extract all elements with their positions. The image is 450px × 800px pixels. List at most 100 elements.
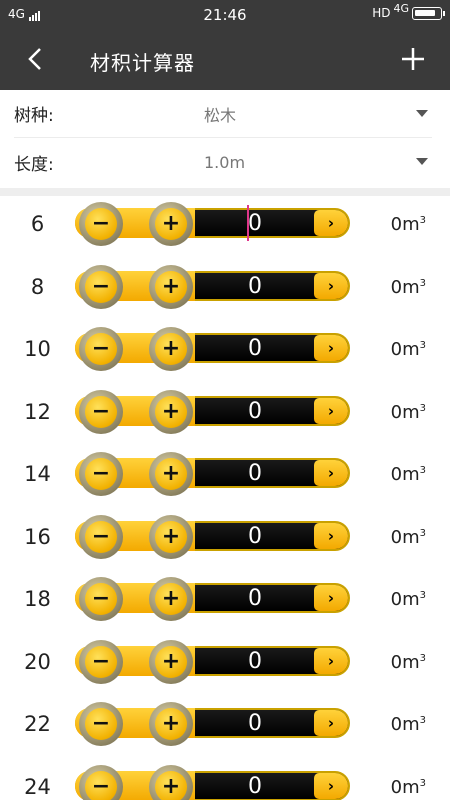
volume-value: 0m3 [391, 464, 426, 485]
species-value: 松木 [204, 105, 237, 125]
plus-icon: + [155, 270, 187, 303]
increment-button[interactable]: + [149, 639, 193, 684]
section-divider [0, 188, 450, 196]
list-item: 16 − +0 › 0m3 [0, 509, 450, 572]
volume-value: 0m3 [391, 277, 426, 298]
next-button[interactable]: › [314, 585, 348, 611]
back-arrow-icon[interactable] [22, 44, 52, 74]
quantity-stepper: − +0 › [75, 327, 350, 371]
minus-icon: − [85, 583, 117, 615]
add-icon[interactable] [400, 46, 426, 72]
decrement-button[interactable]: − [79, 577, 123, 621]
decrement-button[interactable]: − [79, 514, 123, 559]
decrement-button[interactable]: − [79, 452, 123, 496]
quantity-stepper: − +0 › [75, 702, 350, 746]
decrement-button[interactable]: − [79, 202, 123, 246]
volume-unit-sup: 3 [419, 277, 426, 289]
volume-text: 0m [390, 214, 420, 235]
quantity-input[interactable]: 0 [195, 461, 315, 486]
quantity-input[interactable]: 0 [195, 524, 315, 549]
minus-icon: − [85, 520, 117, 553]
quantity-input[interactable]: 0 [195, 774, 315, 799]
next-button[interactable]: › [314, 397, 348, 424]
increment-button[interactable]: + [149, 264, 193, 309]
minus-icon: − [85, 270, 117, 303]
volume-value: 0m3 [391, 527, 426, 548]
increment-button[interactable]: + [149, 202, 193, 246]
decrement-button[interactable]: − [79, 389, 123, 434]
list-item: 6 − +0 › 0m3 [0, 196, 450, 259]
plus-icon: + [155, 333, 187, 365]
volume-unit-sup: 3 [419, 340, 426, 351]
next-button[interactable]: › [314, 522, 348, 549]
minus-icon: − [85, 770, 117, 800]
quantity-input[interactable]: 0 [195, 274, 315, 299]
increment-button[interactable]: + [149, 452, 193, 496]
plus-icon: + [155, 395, 187, 428]
minus-icon: − [85, 708, 117, 740]
volume-value: 0m3 [391, 714, 426, 735]
length-select[interactable]: 长度: 1.0m [14, 138, 432, 186]
length-value: 1.0m [204, 152, 246, 172]
minus-icon: − [85, 208, 117, 240]
volume-text: 0m [390, 339, 420, 360]
diameter-label: 18 [24, 587, 51, 611]
chevron-right-icon: › [327, 401, 335, 420]
plus-icon: + [155, 645, 187, 678]
quantity-input[interactable]: 0 [195, 336, 315, 361]
increment-button[interactable]: + [149, 702, 193, 746]
next-button[interactable]: › [314, 210, 348, 236]
list-item: 10 − +0 › 0m3 [0, 321, 450, 384]
plus-icon: + [155, 708, 187, 740]
volume-value: 0m3 [391, 777, 426, 798]
next-button[interactable]: › [314, 710, 348, 736]
decrement-button[interactable]: − [79, 639, 123, 684]
volume-unit-sup: 3 [419, 715, 426, 726]
quantity-input[interactable]: 0 [195, 211, 315, 236]
increment-button[interactable]: + [149, 514, 193, 559]
minus-icon: − [85, 458, 117, 490]
chevron-right-icon: › [327, 651, 335, 670]
minus-icon: − [85, 333, 117, 365]
next-button[interactable]: › [314, 460, 348, 486]
increment-button[interactable]: + [149, 764, 193, 800]
quantity-stepper: − +0 › [75, 764, 350, 800]
diameter-label: 10 [24, 337, 51, 361]
volume-unit-sup: 3 [419, 590, 426, 601]
volume-text: 0m [390, 401, 420, 423]
minus-icon: − [85, 645, 117, 678]
volume-text: 0m [390, 526, 420, 548]
quantity-stepper: − +0 › [75, 264, 350, 309]
settings-form: 树种: 松木 长度: 1.0m [0, 90, 450, 186]
volume-unit-sup: 3 [419, 527, 426, 539]
next-button[interactable]: › [314, 647, 348, 674]
volume-value: 0m3 [391, 214, 426, 235]
quantity-stepper: − +0 › [75, 202, 350, 246]
increment-button[interactable]: + [149, 577, 193, 621]
decrement-button[interactable]: − [79, 702, 123, 746]
next-button[interactable]: › [314, 772, 348, 799]
decrement-button[interactable]: − [79, 264, 123, 309]
volume-text: 0m [390, 276, 420, 298]
quantity-input[interactable]: 0 [195, 586, 315, 611]
next-button[interactable]: › [314, 272, 348, 299]
increment-button[interactable]: + [149, 327, 193, 371]
decrement-button[interactable]: − [79, 327, 123, 371]
diameter-label: 12 [24, 399, 51, 424]
quantity-input[interactable]: 0 [195, 711, 315, 736]
quantity-input[interactable]: 0 [195, 649, 315, 674]
diameter-label: 14 [24, 462, 51, 486]
chevron-right-icon: › [327, 589, 335, 607]
network-right-label: 4G [393, 1, 409, 15]
quantity-stepper: − +0 › [75, 639, 350, 684]
quantity-stepper: − +0 › [75, 389, 350, 434]
quantity-input[interactable]: 0 [195, 399, 315, 424]
diameter-label: 16 [24, 524, 51, 549]
minus-icon: − [85, 395, 117, 428]
decrement-button[interactable]: − [79, 764, 123, 800]
diameter-label: 22 [24, 712, 51, 736]
next-button[interactable]: › [314, 335, 348, 361]
increment-button[interactable]: + [149, 389, 193, 434]
diameter-label: 8 [30, 274, 45, 299]
species-select[interactable]: 树种: 松木 [14, 90, 432, 138]
